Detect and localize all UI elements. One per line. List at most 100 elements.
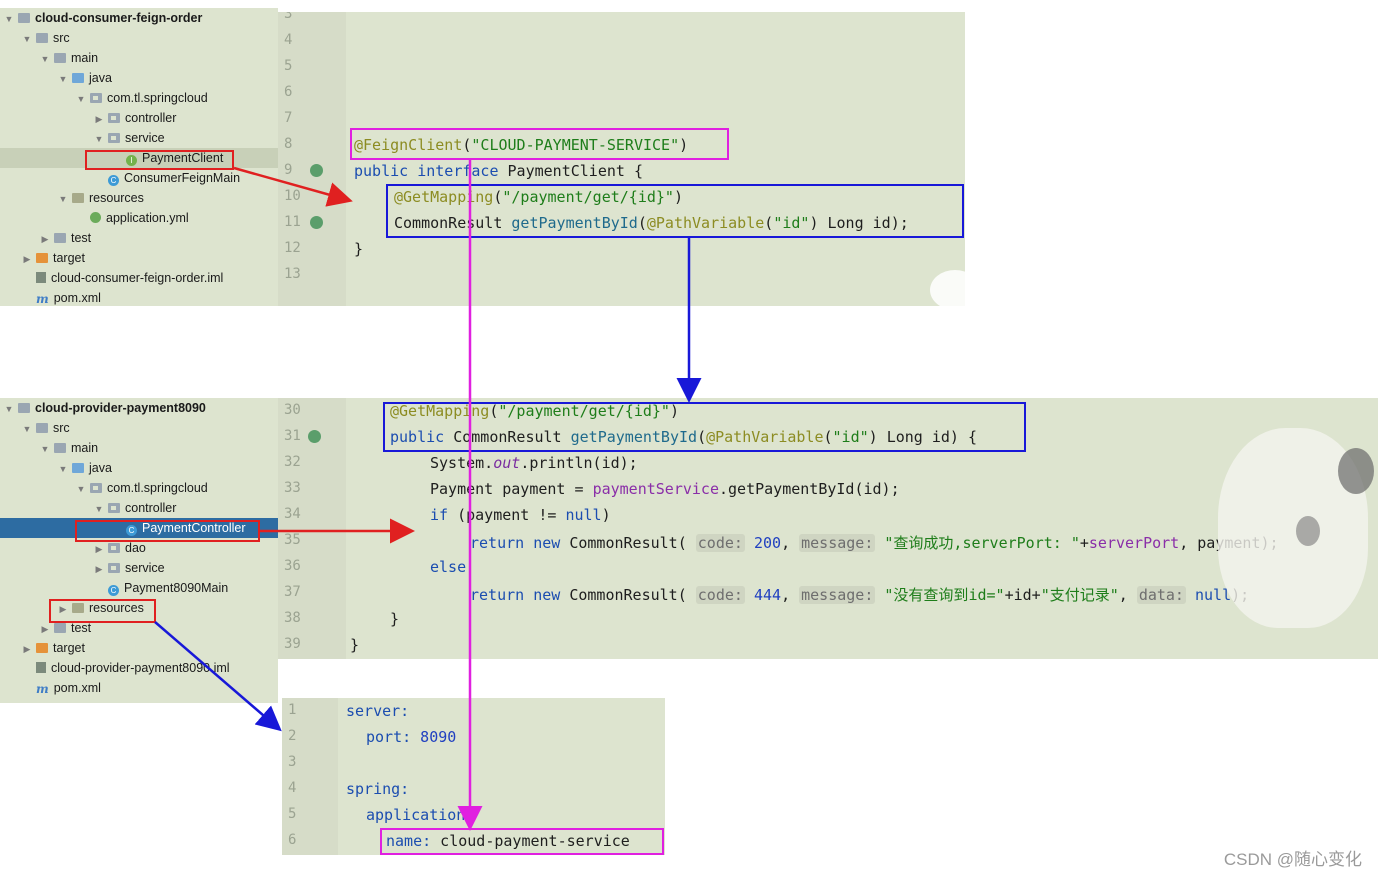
tree-item[interactable]: ▶mpom.xml — [0, 678, 278, 698]
params: ) Long id) { — [868, 428, 978, 446]
message-string: "支付记录" — [1040, 586, 1119, 604]
tree-item-label: test — [71, 621, 92, 635]
tree-item[interactable]: ▶ controller — [0, 108, 278, 128]
implemented-method-icon[interactable] — [308, 430, 321, 443]
tree-item-label: cloud-consumer-feign-order — [35, 11, 203, 25]
module-folder-icon — [18, 403, 30, 413]
tree-item[interactable]: ▼ src — [0, 418, 278, 438]
tree-item[interactable]: ▼ com.tl.springcloud — [0, 88, 278, 108]
code-line-37: return new CommonResult( code: 444, mess… — [470, 584, 1249, 605]
collapse-arrow-icon[interactable]: ▶ — [94, 539, 104, 559]
keyword: new — [533, 534, 561, 552]
tree-item[interactable]: ▼ main — [0, 438, 278, 458]
tree-item[interactable]: ▶ dao — [0, 538, 278, 558]
expand-arrow-icon[interactable]: ▼ — [40, 439, 50, 459]
expand-arrow-icon[interactable]: ▼ — [58, 189, 68, 209]
collapse-arrow-icon[interactable]: ▶ — [58, 599, 68, 619]
tree-item[interactable]: ▶application.yml — [0, 208, 278, 228]
expand-arrow-icon[interactable]: ▼ — [94, 499, 104, 519]
collapse-arrow-icon[interactable]: ▶ — [94, 109, 104, 129]
tree-item[interactable]: ▼ java — [0, 458, 278, 478]
line-number: 33 — [284, 480, 301, 496]
tree-item[interactable]: ▼ resources — [0, 188, 278, 208]
line-number: 5 — [288, 806, 297, 822]
code-line-10: @GetMapping("/payment/get/{id}") — [394, 188, 683, 206]
code-line-34: if (payment != null) — [430, 506, 611, 524]
implemented-method-icon[interactable] — [310, 164, 323, 177]
tree-item[interactable]: ▼ service — [0, 128, 278, 148]
tree-item[interactable]: ▶ resources — [0, 598, 278, 618]
implemented-method-icon[interactable] — [310, 216, 323, 229]
expand-arrow-icon[interactable]: ▼ — [4, 399, 14, 419]
collapse-arrow-icon[interactable]: ▶ — [94, 559, 104, 579]
collapse-arrow-icon[interactable]: ▶ — [40, 229, 50, 249]
expand-arrow-icon[interactable]: ▼ — [4, 9, 14, 29]
tree-item[interactable]: ▶CPaymentController — [0, 518, 278, 538]
paren: ( — [764, 214, 774, 232]
code-line-30: @GetMapping("/payment/get/{id}") — [390, 402, 679, 420]
tree-item[interactable]: ▶ target — [0, 248, 278, 268]
message-string: "没有查询到id=" — [884, 586, 1005, 604]
paren: ( — [823, 428, 833, 446]
line-number: 31 — [284, 428, 301, 444]
operator: +id+ — [1004, 586, 1041, 604]
folder-icon — [36, 423, 48, 433]
tree-item-label: java — [89, 461, 112, 475]
tree-item[interactable]: ▼ src — [0, 28, 278, 48]
editor-gutter — [278, 12, 346, 306]
folder-icon — [54, 53, 66, 63]
expand-arrow-icon[interactable]: ▼ — [22, 419, 32, 439]
collapse-arrow-icon[interactable]: ▶ — [22, 249, 32, 269]
line-number: 38 — [284, 610, 301, 626]
tree-item-label: main — [71, 441, 99, 455]
tree-item[interactable]: ▼ com.tl.springcloud — [0, 478, 278, 498]
expand-arrow-icon[interactable]: ▼ — [40, 49, 50, 69]
tree-item-label: com.tl.springcloud — [107, 91, 208, 105]
tree-item[interactable]: ▼ main — [0, 48, 278, 68]
line-number: 8 — [284, 136, 293, 152]
editor-application-yml[interactable]: 1 2 3 4 5 6 server: port: 8090 spring: applic… — [282, 698, 665, 855]
class-icon: C — [126, 525, 137, 536]
expand-arrow-icon[interactable]: ▼ — [22, 29, 32, 49]
code-line-39: } — [350, 636, 359, 654]
expand-arrow-icon[interactable]: ▼ — [58, 459, 68, 479]
tree-item[interactable]: ▼ controller — [0, 498, 278, 518]
tree-item[interactable]: ▶ service — [0, 558, 278, 578]
tree-item[interactable]: ▶ test — [0, 618, 278, 638]
tree-item[interactable]: ▶IPaymentClient — [0, 148, 278, 168]
expand-arrow-icon[interactable]: ▼ — [76, 89, 86, 109]
brace: } — [390, 610, 400, 628]
tree-item[interactable]: ▼ cloud-provider-payment8090 — [0, 398, 278, 418]
expand-arrow-icon[interactable]: ▼ — [76, 479, 86, 499]
field-ref: serverPort — [1088, 534, 1180, 552]
annotation-pathvariable: @PathVariable — [706, 428, 824, 446]
source-folder-icon — [72, 463, 84, 473]
tree-item[interactable]: ▶CPayment8090Main — [0, 578, 278, 598]
tree-item[interactable]: ▶CConsumerFeignMain — [0, 168, 278, 188]
folder-icon — [36, 33, 48, 43]
params: ) Long id); — [809, 214, 909, 232]
expand-arrow-icon[interactable]: ▼ — [58, 69, 68, 89]
tree-item[interactable]: ▶cloud-provider-payment8090.iml — [0, 658, 278, 678]
paren: ) — [673, 188, 683, 206]
editor-payment-client[interactable]: 3 4 5 6 7 8 9 10 11 12 13 @FeignClient("CLOUD-PAYM… — [278, 12, 965, 306]
editor-payment-controller[interactable]: 30 31 32 33 34 35 36 37 38 39 @GetMapping("/payme… — [278, 398, 1378, 659]
line-number: 12 — [284, 240, 301, 256]
yaml-key: application: — [366, 806, 475, 824]
tree-item[interactable]: ▼ cloud-consumer-feign-order — [0, 8, 278, 28]
tree-item[interactable]: ▼ java — [0, 68, 278, 88]
expand-arrow-icon[interactable]: ▼ — [94, 129, 104, 149]
tree-item[interactable]: ▶mpom.xml — [0, 288, 278, 308]
collapse-arrow-icon[interactable]: ▶ — [40, 619, 50, 639]
collapse-arrow-icon[interactable]: ▶ — [22, 639, 32, 659]
line-number: 5 — [284, 58, 293, 74]
tree-item-label: resources — [89, 191, 144, 205]
tree-item[interactable]: ▶ test — [0, 228, 278, 248]
project-tree-provider: ▼ cloud-provider-payment8090 ▼ src ▼ main ▼ jav… — [0, 398, 278, 703]
line-number: 6 — [288, 832, 297, 848]
tree-item[interactable]: ▶cloud-consumer-feign-order.iml — [0, 268, 278, 288]
param-string: "id" — [832, 428, 869, 446]
module-folder-icon — [18, 13, 30, 23]
tree-item[interactable]: ▶ target — [0, 638, 278, 658]
tree-item-label: main — [71, 51, 99, 65]
